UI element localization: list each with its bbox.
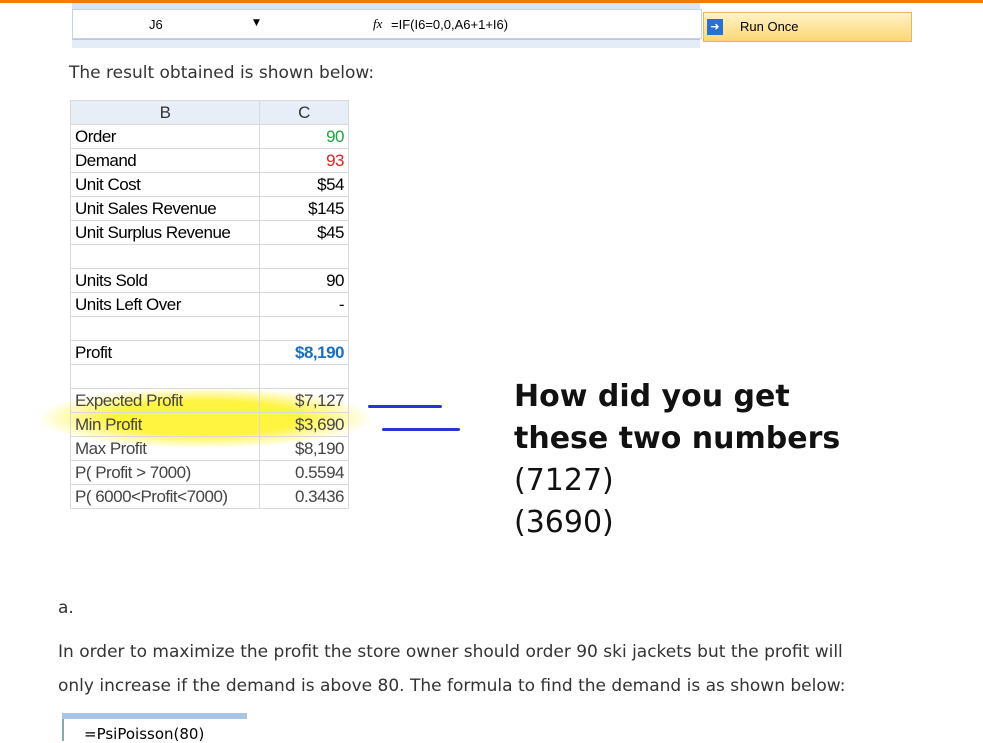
formula-text: =IF(I6=0,0,A6+1+I6) (391, 17, 509, 32)
pen-underline-2 (382, 428, 460, 431)
table-row (70, 364, 349, 389)
row-label (70, 364, 260, 389)
table-row: Demand 93 (70, 148, 349, 173)
run-once-button: ➜ Run Once (703, 12, 912, 42)
run-once-label: Run Once (740, 19, 799, 34)
pen-underline-1 (368, 405, 442, 408)
row-label (70, 244, 260, 269)
paragraph-line-1: In order to maximize the profit the stor… (58, 642, 843, 662)
table-row: Unit Cost $54 (70, 172, 349, 197)
poisson-formula: =PsiPoisson(80) (84, 725, 205, 743)
row-value: 90 (259, 124, 349, 149)
note-line: (7127) (514, 463, 614, 498)
table-row: Units Sold 90 (70, 268, 349, 293)
row-value: $3,690 (259, 412, 349, 437)
note-line: these two numbers (514, 421, 841, 456)
handwritten-question: How did you get these two numbers (7127)… (514, 376, 840, 544)
row-label: Units Left Over (70, 292, 260, 317)
row-value (259, 364, 349, 389)
table-row (70, 316, 349, 341)
row-label: P( 6000<Profit<7000) (70, 484, 260, 509)
row-label: Units Sold (70, 268, 260, 293)
arrow-right-icon: ➜ (707, 19, 723, 35)
note-line: (3690) (514, 505, 614, 540)
row-value: $45 (259, 220, 349, 245)
dropdown-arrow-icon: ▼ (253, 18, 260, 28)
intro-text: The result obtained is shown below: (69, 63, 375, 83)
table-row: Min Profit $3,690 (70, 412, 349, 437)
item-a-label: a. (58, 598, 74, 618)
formula-bar: J6 ▼ fx =IF(I6=0,0,A6+1+I6) (72, 9, 702, 39)
row-label: Unit Sales Revenue (70, 196, 260, 221)
row-label: Unit Cost (70, 172, 260, 197)
row-value (259, 316, 349, 341)
table-row: P( 6000<Profit<7000) 0.3436 (70, 484, 349, 509)
row-value: $8,190 (259, 436, 349, 461)
row-value (259, 244, 349, 269)
col-header-c: C (259, 100, 349, 125)
table-row: Expected Profit $7,127 (70, 388, 349, 413)
table-row: Unit Sales Revenue $145 (70, 196, 349, 221)
results-table: BC Order 90 Demand 93 Unit Cost $54 Unit Sales… (70, 100, 349, 509)
col-header-b: B (70, 100, 260, 125)
row-label: Unit Surplus Revenue (70, 220, 260, 245)
row-label: Max Profit (70, 436, 260, 461)
name-box: J6 (149, 17, 163, 32)
table-row: Unit Surplus Revenue $45 (70, 220, 349, 245)
table-row: Order 90 (70, 124, 349, 149)
row-label: Order (70, 124, 260, 149)
row-value: 93 (259, 148, 349, 173)
row-label: P( Profit > 7000) (70, 460, 260, 485)
column-headers (72, 39, 700, 48)
note-line: How did you get (514, 379, 790, 414)
row-value: $8,190 (259, 340, 349, 365)
row-label: Demand (70, 148, 260, 173)
row-value: - (259, 292, 349, 317)
row-label: Min Profit (70, 412, 260, 437)
row-label: Profit (70, 340, 260, 365)
row-value: $145 (259, 196, 349, 221)
fx-icon: fx (373, 16, 383, 31)
row-value: $54 (259, 172, 349, 197)
row-value: 90 (259, 268, 349, 293)
row-label (70, 316, 260, 341)
table-row (70, 244, 349, 269)
row-value: 0.5594 (259, 460, 349, 485)
row-value: 0.3436 (259, 484, 349, 509)
row-label: Expected Profit (70, 388, 260, 413)
paragraph-line-2: only increase if the demand is above 80.… (58, 676, 846, 696)
table-row: Profit $8,190 (70, 340, 349, 365)
table-row: Max Profit $8,190 (70, 436, 349, 461)
excel-screenshot: J6 ▼ fx =IF(I6=0,0,A6+1+I6) (72, 3, 702, 48)
formula-image: =PsiPoisson(80) (62, 719, 249, 743)
row-value: $7,127 (259, 388, 349, 413)
table-row: P( Profit > 7000) 0.5594 (70, 460, 349, 485)
table-row: Units Left Over - (70, 292, 349, 317)
